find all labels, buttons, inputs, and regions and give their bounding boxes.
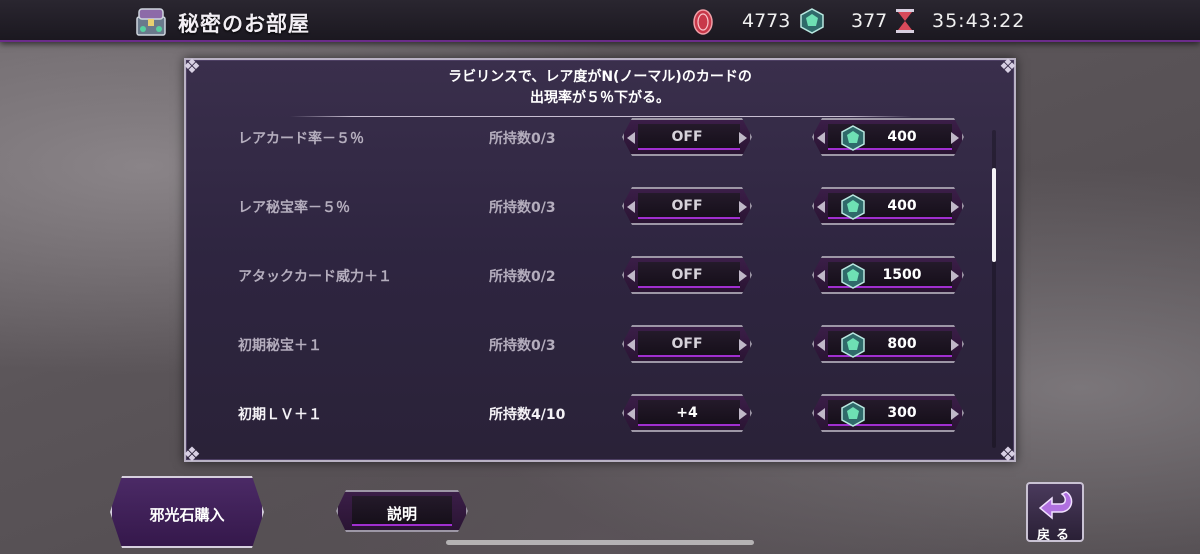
toggle-label: OFF xyxy=(671,198,703,214)
owned-count: 所持数0/3 xyxy=(489,200,556,216)
toggle-button[interactable]: OFF xyxy=(622,118,752,156)
owned-count: 所持数4/10 xyxy=(489,407,566,423)
gem-icon xyxy=(841,194,865,220)
list-item[interactable]: レアカード率－５％ 所持数0/3 OFF 400 xyxy=(186,118,986,158)
timer: 35:43:22 xyxy=(932,10,1026,32)
back-button[interactable]: 戻る xyxy=(1026,482,1084,543)
home-indicator[interactable] xyxy=(446,540,754,545)
gem-icon xyxy=(841,125,865,151)
back-label: 戻る xyxy=(1036,528,1075,543)
buy-item-button[interactable]: 400 xyxy=(812,118,964,156)
ornament-icon: ❖ xyxy=(183,442,201,466)
description-line: ラビリンスで、レア度がN(ノーマル)のカードの xyxy=(448,69,752,85)
gem-icon xyxy=(841,332,865,358)
item-name: 初期ＬＶ＋１ xyxy=(238,407,322,423)
list-item[interactable]: レア秘宝率－５％ 所持数0/3 OFF 400 xyxy=(186,187,986,227)
price-label: 400 xyxy=(887,198,917,214)
treasure-chest-icon xyxy=(136,8,166,36)
ornament-icon: ❖ xyxy=(999,442,1017,466)
buy-gems-label: 邪光石購入 xyxy=(149,506,225,524)
toggle-label: +4 xyxy=(676,405,698,421)
buy-item-button[interactable]: 400 xyxy=(812,187,964,225)
explain-label: 説明 xyxy=(386,505,417,523)
price-label: 400 xyxy=(887,129,917,145)
buy-item-button[interactable]: 300 xyxy=(812,394,964,432)
toggle-label: OFF xyxy=(671,267,703,283)
item-name: 初期秘宝＋１ xyxy=(238,338,322,354)
item-panel: ❖ ❖ ❖ ❖ ラビリンスで、レア度がN(ノーマル)のカードの 出現率が５％下が… xyxy=(183,54,1017,466)
list-item[interactable]: アタックカード威力＋１ 所持数0/2 OFF 1500 xyxy=(186,256,986,296)
back-arrow-icon xyxy=(1038,491,1073,520)
coin-count: 4773 xyxy=(742,10,791,32)
item-name: レアカード率－５％ xyxy=(238,131,364,147)
gem-icon xyxy=(800,8,824,34)
explain-button[interactable]: 説明 xyxy=(336,490,468,532)
toggle-button[interactable]: OFF xyxy=(622,325,752,363)
buy-gems-button[interactable]: 邪光石購入 xyxy=(110,476,264,548)
price-label: 300 xyxy=(887,405,917,421)
list-item[interactable]: 初期秘宝＋１ 所持数0/3 OFF 800 xyxy=(186,325,986,365)
buy-item-button[interactable]: 800 xyxy=(812,325,964,363)
owned-count: 所持数0/2 xyxy=(489,269,556,285)
toggle-button[interactable]: OFF xyxy=(622,256,752,294)
hourglass-icon xyxy=(896,9,914,33)
gem-count: 377 xyxy=(851,10,888,32)
toggle-button[interactable]: OFF xyxy=(622,187,752,225)
item-description: ラビリンスで、レア度がN(ノーマル)のカードの 出現率が５％下がる。 xyxy=(186,67,1014,109)
item-name: レア秘宝率－５％ xyxy=(238,200,350,216)
owned-count: 所持数0/3 xyxy=(489,131,556,147)
price-label: 1500 xyxy=(882,267,922,283)
owned-count: 所持数0/3 xyxy=(489,338,556,354)
divider xyxy=(290,116,912,117)
toggle-label: OFF xyxy=(671,129,703,145)
toggle-button[interactable]: +4 xyxy=(622,394,752,432)
list-item[interactable]: 初期ＬＶ＋１ 所持数4/10 +4 300 xyxy=(186,394,986,434)
gem-icon xyxy=(841,401,865,427)
gem-icon xyxy=(841,263,865,289)
description-line: 出現率が５％下がる。 xyxy=(530,90,670,106)
page-title: 秘密のお部屋 xyxy=(178,12,310,36)
buy-item-button[interactable]: 1500 xyxy=(812,256,964,294)
price-label: 800 xyxy=(887,336,917,352)
item-name: アタックカード威力＋１ xyxy=(238,269,392,285)
coin-icon xyxy=(693,9,713,35)
toggle-label: OFF xyxy=(671,336,703,352)
scrollbar-thumb[interactable] xyxy=(992,168,996,262)
top-bar: 秘密のお部屋 4773 377 35:43:22 xyxy=(0,0,1200,42)
